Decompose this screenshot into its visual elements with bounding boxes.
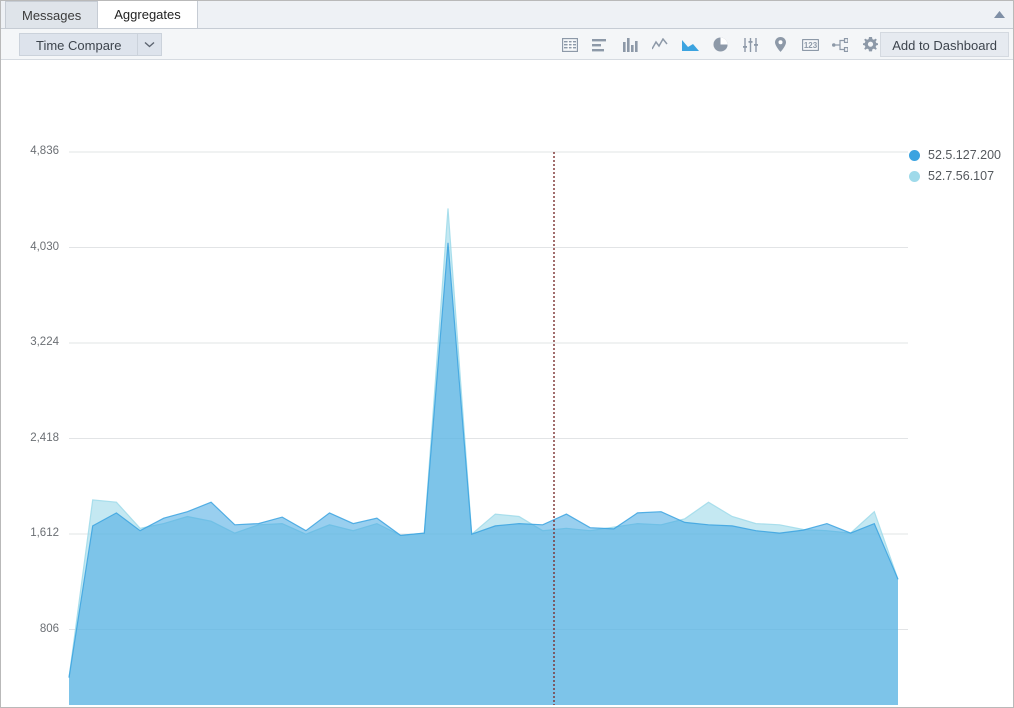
chart-area: 52.5.127.200 52.7.56.107 08061,6122,4183… [1, 60, 1014, 705]
table-icon[interactable] [555, 32, 585, 58]
aggregates-panel: Messages Aggregates Time Compare [0, 0, 1014, 708]
y-axis-tick: 4,836 [13, 145, 59, 157]
sliders-icon[interactable] [735, 32, 765, 58]
y-axis-tick: 1,612 [13, 527, 59, 539]
chevron-down-icon[interactable] [137, 33, 162, 56]
legend-color-swatch [909, 171, 920, 182]
pie-chart-icon[interactable] [705, 32, 735, 58]
time-compare-label: Time Compare [36, 38, 121, 53]
y-axis-tick: 4,030 [13, 241, 59, 253]
y-axis-tick: 2,418 [13, 432, 59, 444]
legend-item[interactable]: 52.5.127.200 [909, 145, 1001, 166]
svg-text:123: 123 [803, 41, 817, 50]
tab-strip: Messages Aggregates [1, 1, 1013, 29]
chart-legend: 52.5.127.200 52.7.56.107 [909, 145, 1001, 187]
add-to-dashboard-button[interactable]: Add to Dashboard [880, 32, 1009, 57]
column-chart-icon[interactable] [615, 32, 645, 58]
tab-aggregates-label: Aggregates [114, 7, 181, 22]
add-to-dashboard-label: Add to Dashboard [892, 38, 997, 53]
area-chart[interactable] [1, 60, 1014, 705]
line-chart-icon[interactable] [645, 32, 675, 58]
time-compare-control: Time Compare [19, 33, 162, 56]
node-graph-icon[interactable] [825, 32, 855, 58]
legend-label: 52.7.56.107 [928, 170, 994, 183]
legend-color-swatch [909, 150, 920, 161]
single-value-123-icon[interactable]: 123 [795, 32, 825, 58]
scroll-up-icon[interactable] [988, 3, 1010, 25]
tab-aggregates[interactable]: Aggregates [97, 0, 198, 28]
chart-toolbar: Time Compare [1, 29, 1013, 60]
y-axis-tick: 3,224 [13, 336, 59, 348]
tab-messages[interactable]: Messages [5, 1, 98, 28]
area-chart-icon[interactable] [675, 32, 705, 58]
tab-messages-label: Messages [22, 8, 81, 23]
map-pin-icon[interactable] [765, 32, 795, 58]
horizontal-bar-chart-icon[interactable] [585, 32, 615, 58]
y-axis-tick: 806 [13, 623, 59, 635]
legend-item[interactable]: 52.7.56.107 [909, 166, 1001, 187]
legend-label: 52.5.127.200 [928, 149, 1001, 162]
visualization-icon-bar: 123 [555, 29, 885, 60]
tab-list: Messages Aggregates [1, 1, 1013, 28]
time-compare-button[interactable]: Time Compare [19, 33, 137, 56]
